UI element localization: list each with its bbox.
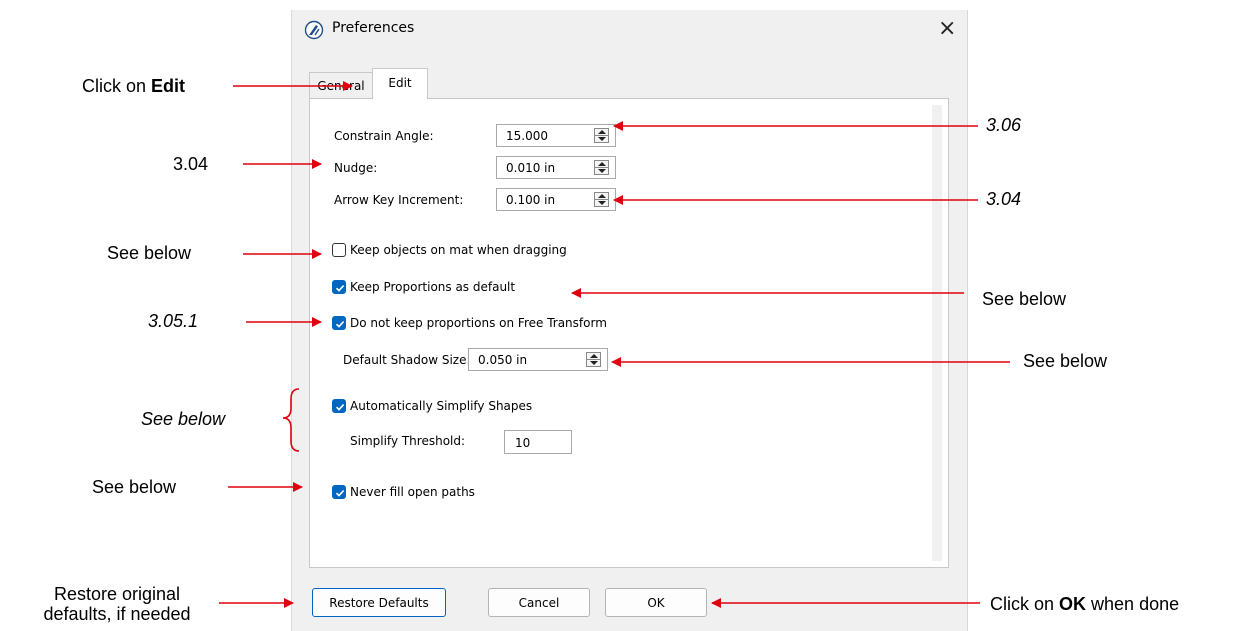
annotation-never-fill: See below — [92, 477, 177, 497]
annotation-keep-on-mat: See below — [107, 243, 192, 263]
annotation-shadow-size: See below — [1023, 351, 1108, 371]
simplify-brace — [282, 388, 300, 452]
tab-edit[interactable]: Edit — [372, 68, 428, 99]
annotation-click-ok: Click on OK when done — [990, 594, 1180, 614]
annotation-nudge-ref: 3.04 — [173, 154, 209, 174]
annotation-free-transform-ref: 3.05.1 — [148, 311, 199, 331]
annotation-restore-defaults: Restore original defaults, if needed — [43, 584, 191, 624]
annotation-simplify: See below — [141, 409, 226, 429]
annotation-keep-proportions: See below — [982, 289, 1067, 309]
annotation-click-edit: Click on Edit — [82, 76, 186, 96]
annotation-constrain-ref: 3.06 — [986, 115, 1022, 135]
annotation-arrow-key-ref: 3.04 — [986, 189, 1022, 209]
